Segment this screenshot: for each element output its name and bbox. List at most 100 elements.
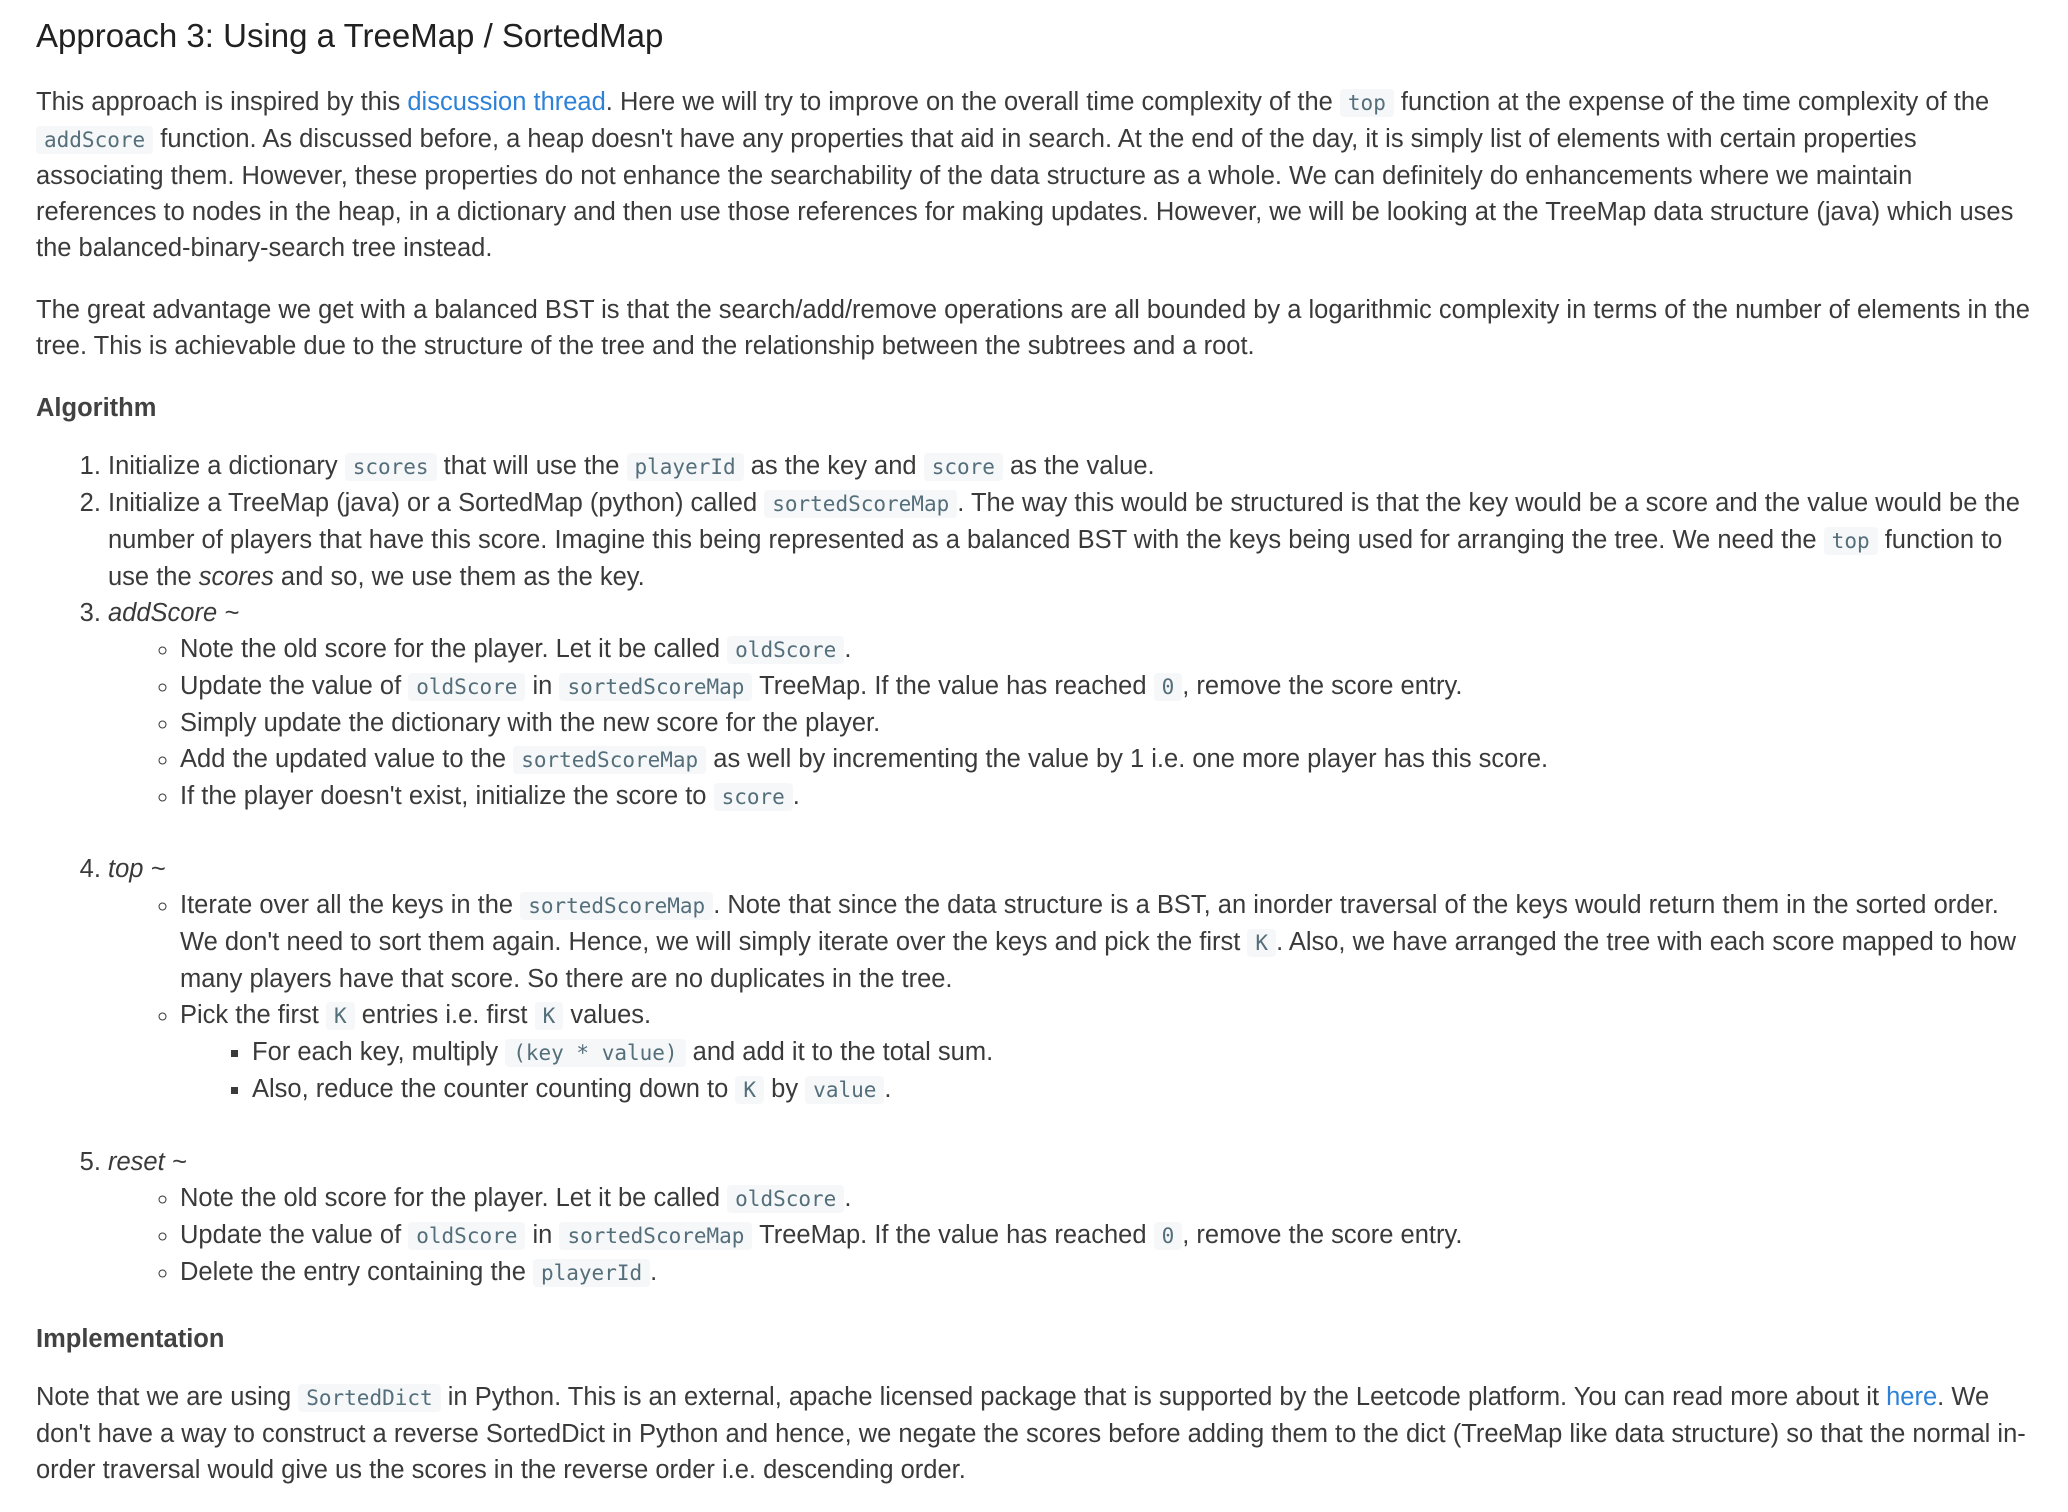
inline-code: oldScore — [408, 1222, 526, 1250]
nested-list: For each key, multiply (key * value) and… — [180, 1034, 2032, 1108]
text: This approach is inspired by this — [36, 88, 408, 116]
text: Simply update the dictionary with the ne… — [180, 709, 881, 737]
text: If the player doesn't exist, initialize … — [180, 782, 714, 810]
text: TreeMap. If the value has reached — [752, 672, 1154, 700]
inline-code: sortedScoreMap — [559, 673, 753, 701]
inline-code: K — [735, 1076, 765, 1104]
list-item: Note the old score for the player. Let i… — [180, 1180, 2032, 1217]
text: Update the value of — [180, 672, 409, 700]
list-item: Update the value of oldScore in sortedSc… — [180, 668, 2032, 705]
text: . — [844, 635, 852, 663]
text: values. — [563, 1001, 652, 1029]
step-5-list: Note the old score for the player. Let i… — [108, 1180, 2032, 1291]
step-3: addScore ~ Note the old score for the pl… — [108, 595, 2032, 851]
inline-code: playerId — [532, 1259, 651, 1287]
bst-paragraph: The great advantage we get with a balanc… — [36, 296, 2030, 360]
inline-code: K — [534, 1002, 564, 1030]
list-item: Also, reduce the counter counting down t… — [252, 1071, 2032, 1108]
step-title: reset ~ — [108, 1148, 187, 1176]
text: TreeMap. If the value has reached — [752, 1221, 1154, 1249]
list-item: Note the old score for the player. Let i… — [180, 631, 2032, 668]
text: . Here we will try to improve on the ove… — [605, 88, 1340, 116]
intro-paragraph: This approach is inspired by this discus… — [36, 84, 2032, 266]
inline-code: sortedScoreMap — [764, 490, 958, 518]
text: Update the value of — [180, 1221, 409, 1249]
inline-code: sortedScoreMap — [520, 892, 714, 920]
list-item: Add the updated value to the sortedScore… — [180, 741, 2032, 778]
inline-code: K — [325, 1002, 355, 1030]
here-link[interactable]: here — [1886, 1383, 1937, 1411]
text: Iterate over all the keys in the — [180, 891, 521, 919]
text: function. As discussed before, a heap do… — [36, 125, 2014, 262]
text: . — [792, 782, 800, 810]
inline-code: scores — [344, 453, 437, 481]
article: Approach 3: Using a TreeMap / SortedMap … — [0, 0, 2068, 1488]
emphasis: scores — [198, 563, 274, 591]
text: in — [525, 672, 560, 700]
list-item: Update the value of oldScore in sortedSc… — [180, 1217, 2032, 1254]
step-2: Initialize a TreeMap (java) or a SortedM… — [108, 485, 2032, 595]
list-item: For each key, multiply (key * value) and… — [252, 1034, 2032, 1071]
inline-code: K — [1247, 929, 1277, 957]
text: . — [844, 1184, 852, 1212]
inline-code: SortedDict — [298, 1384, 441, 1412]
inline-code: (key * value) — [505, 1039, 686, 1067]
text: and add it to the total sum. — [685, 1038, 994, 1066]
text: entries i.e. first — [354, 1001, 535, 1029]
text: as the value. — [1002, 452, 1155, 480]
text: For each key, multiply — [252, 1038, 506, 1066]
step-4: top ~ Iterate over all the keys in the s… — [108, 851, 2032, 1144]
inline-code: score — [923, 453, 1003, 481]
implementation-paragraph: Note that we are using SortedDict in Pyt… — [36, 1379, 2032, 1488]
list-item: If the player doesn't exist, initialize … — [180, 778, 2032, 815]
text: function at the expense of the time comp… — [1393, 88, 1990, 116]
text: as well by incrementing the value by 1 i… — [706, 745, 1549, 773]
step-title: addScore ~ — [108, 599, 240, 627]
step-4-list: Iterate over all the keys in the sortedS… — [108, 887, 2032, 1108]
inline-code: oldScore — [727, 636, 845, 664]
list-item: Simply update the dictionary with the ne… — [180, 705, 2032, 741]
text: in Python. This is an external, apache l… — [440, 1383, 1887, 1411]
inline-code: playerId — [626, 453, 744, 481]
list-item: Delete the entry containing the playerId… — [180, 1254, 2032, 1291]
inline-code: 0 — [1153, 1222, 1183, 1250]
algorithm-heading: Algorithm — [36, 394, 157, 422]
inline-code: oldScore — [727, 1185, 845, 1213]
step-3-list: Note the old score for the player. Let i… — [108, 631, 2032, 815]
list-item: Pick the first K entries i.e. first K va… — [180, 997, 2032, 1108]
text: and so, we use them as the key. — [273, 563, 645, 591]
inline-code: sortedScoreMap — [559, 1222, 753, 1250]
page-title: Approach 3: Using a TreeMap / SortedMap — [36, 17, 664, 54]
text: in — [525, 1221, 560, 1249]
text: that will use the — [436, 452, 627, 480]
discussion-thread-link[interactable]: discussion thread — [407, 88, 605, 116]
text: as the key and — [743, 452, 924, 480]
text: by — [764, 1075, 806, 1103]
step-5: reset ~ Note the old score for the playe… — [108, 1144, 2032, 1291]
inline-code: oldScore — [408, 673, 526, 701]
inline-code: addScore — [36, 126, 154, 154]
inline-code: sortedScoreMap — [513, 746, 707, 774]
text: , remove the score entry. — [1182, 1221, 1463, 1249]
step-title: top ~ — [108, 855, 166, 883]
text: Initialize a dictionary — [108, 452, 345, 480]
text: Note that we are using — [36, 1383, 299, 1411]
text: Add the updated value to the — [180, 745, 514, 773]
algorithm-steps: Initialize a dictionary scores that will… — [36, 448, 2032, 1291]
text: Note the old score for the player. Let i… — [180, 635, 728, 663]
inline-code: top — [1339, 89, 1394, 117]
inline-code: 0 — [1153, 673, 1183, 701]
text: Delete the entry containing the — [180, 1258, 533, 1286]
text: , remove the score entry. — [1182, 672, 1463, 700]
text: Note the old score for the player. Let i… — [180, 1184, 728, 1212]
implementation-heading: Implementation — [36, 1325, 225, 1353]
text: Pick the first — [180, 1001, 326, 1029]
inline-code: top — [1823, 527, 1878, 555]
text: Also, reduce the counter counting down t… — [252, 1075, 736, 1103]
step-1: Initialize a dictionary scores that will… — [108, 448, 2032, 485]
list-item: Iterate over all the keys in the sortedS… — [180, 887, 2032, 997]
text: . — [650, 1258, 658, 1286]
